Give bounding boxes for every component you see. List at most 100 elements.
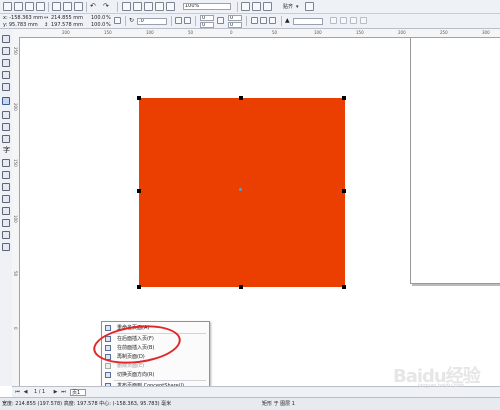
connector-tool-icon[interactable] (2, 183, 10, 191)
convert-to-curves-icon[interactable] (360, 17, 367, 24)
round-corner-icon[interactable] (251, 17, 258, 24)
ruler-tick-label: 50 (13, 271, 18, 277)
height-icon: ↕ (44, 22, 49, 28)
snap-to-label[interactable]: 贴齐 (283, 4, 293, 10)
scale-x[interactable]: 100.0 (91, 15, 105, 21)
grid-icon[interactable] (263, 2, 272, 11)
resize-handle-bottom[interactable] (239, 285, 243, 289)
rename-page-icon (105, 325, 111, 331)
toolbar-separator (117, 2, 118, 12)
crop-tool-icon[interactable] (2, 59, 10, 67)
dimension-tool-icon[interactable] (2, 171, 10, 179)
interactive-effects-icon[interactable] (2, 195, 10, 203)
paste-icon[interactable] (74, 2, 83, 11)
rectangle-tool-icon[interactable] (2, 97, 10, 105)
resize-handle-top-left[interactable] (137, 96, 141, 100)
mirror-vertical-icon[interactable] (184, 17, 191, 24)
outline-pen-icon[interactable] (2, 219, 10, 227)
first-page-icon[interactable]: ⏮ (14, 389, 21, 395)
fill-tool-icon[interactable] (2, 231, 10, 239)
scallop-corner-icon[interactable] (260, 17, 267, 24)
print-icon[interactable] (36, 2, 45, 11)
scale-x-unit: % (106, 15, 111, 21)
ruler-tick-label: 200 (398, 30, 406, 35)
menu-separator (114, 380, 206, 381)
toolbar-separator (195, 16, 196, 26)
to-back-icon[interactable] (350, 17, 357, 24)
ruler-tick-label: 50 (272, 30, 278, 35)
vertical-ruler[interactable]: 250 200 150 100 50 0 (12, 37, 20, 386)
ellipse-tool-icon[interactable] (2, 111, 10, 119)
undo-icon[interactable]: ↶ (90, 3, 96, 10)
lock-corners-icon[interactable] (217, 17, 224, 24)
search-content-icon[interactable] (122, 2, 131, 11)
zoom-level-select[interactable]: 100% (183, 3, 231, 10)
page-tab[interactable]: 页1 (70, 389, 86, 396)
menu-item-switch-orientation[interactable]: 切换页面方向(R) (102, 371, 209, 379)
scale-y-unit: % (106, 22, 111, 28)
corner-radius-3[interactable]: 0 (228, 15, 242, 21)
resize-handle-right[interactable] (342, 189, 346, 193)
import-icon[interactable] (133, 2, 142, 11)
x-position[interactable]: x: -158.363 mm (3, 15, 43, 21)
width-icon: ↔ (44, 15, 49, 21)
freehand-tool-icon[interactable] (2, 83, 10, 91)
rotation-angle-input[interactable]: .0 (137, 18, 167, 25)
export-icon[interactable] (144, 2, 153, 11)
menu-item-label: 切换页面方向(R) (117, 372, 155, 378)
outline-width-select[interactable] (293, 18, 323, 25)
zoom-tool-icon[interactable] (2, 71, 10, 79)
corner-radius-1[interactable]: 0 (200, 15, 214, 21)
selected-rectangle[interactable] (139, 98, 345, 287)
interactive-fill-icon[interactable] (2, 243, 10, 251)
publish-pdf-icon[interactable] (155, 2, 164, 11)
object-width[interactable]: 214.855 mm (51, 15, 83, 21)
ruler-tick-label: 100 (13, 215, 18, 223)
copy-icon[interactable] (63, 2, 72, 11)
toolbar-separator (171, 16, 172, 26)
scale-y[interactable]: 100.0 (91, 22, 105, 28)
ruler-tick-label: 0 (230, 30, 233, 35)
outline-width-icon: ▲ (285, 17, 290, 24)
resize-handle-top-right[interactable] (342, 96, 346, 100)
wrap-text-icon[interactable] (330, 17, 337, 24)
switch-orientation-icon (105, 372, 111, 378)
resize-handle-left[interactable] (137, 189, 141, 193)
application-launcher-icon[interactable] (166, 2, 175, 11)
corner-radius-2[interactable]: 0 (200, 22, 214, 28)
chevron-down-icon[interactable]: ▾ (296, 4, 299, 10)
corner-radius-4[interactable]: 0 (228, 22, 242, 28)
toolbar-separator (281, 16, 282, 26)
to-front-icon[interactable] (340, 17, 347, 24)
options-icon[interactable] (305, 2, 314, 11)
resize-handle-top[interactable] (239, 96, 243, 100)
rulers-icon[interactable] (252, 2, 261, 11)
pick-tool-icon[interactable] (2, 35, 10, 43)
mirror-horizontal-icon[interactable] (175, 17, 182, 24)
cut-icon[interactable] (52, 2, 61, 11)
rotation-icon: ↻ (129, 17, 135, 24)
object-height[interactable]: 197.578 mm (51, 22, 83, 28)
text-tool-icon[interactable]: 字 (3, 147, 10, 154)
new-document-icon[interactable] (3, 2, 12, 11)
redo-icon[interactable]: ↷ (103, 3, 109, 10)
shape-tool-icon[interactable] (2, 47, 10, 55)
ruler-tick-label: 150 (104, 30, 112, 35)
y-position[interactable]: y: 95.783 mm (3, 22, 38, 28)
horizontal-ruler[interactable]: 200 150 100 50 0 50 100 150 200 250 300 (12, 29, 500, 38)
previous-page-icon[interactable]: ◀ (22, 389, 29, 395)
resize-handle-bottom-left[interactable] (137, 285, 141, 289)
full-screen-icon[interactable] (241, 2, 250, 11)
last-page-icon[interactable]: ⏭ (60, 389, 67, 395)
table-tool-icon[interactable] (2, 159, 10, 167)
next-page-icon[interactable]: ▶ (52, 389, 59, 395)
resize-handle-bottom-right[interactable] (342, 285, 346, 289)
open-icon[interactable] (14, 2, 23, 11)
polygon-tool-icon[interactable] (2, 123, 10, 131)
basic-shapes-icon[interactable] (2, 135, 10, 143)
save-icon[interactable] (25, 2, 34, 11)
chamfer-corner-icon[interactable] (269, 17, 276, 24)
toolbar-separator (86, 2, 87, 12)
lock-ratio-icon[interactable] (114, 17, 121, 24)
eyedropper-tool-icon[interactable] (2, 207, 10, 215)
